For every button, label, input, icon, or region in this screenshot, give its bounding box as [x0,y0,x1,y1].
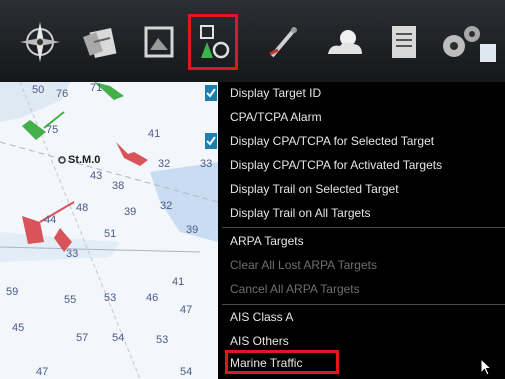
menu-item-ais-class-a[interactable]: AIS Class A [218,306,505,330]
compass-icon [18,20,62,64]
sounding: 59 [6,286,19,298]
sounding: 39 [186,224,199,236]
sounding: 41 [172,276,185,288]
sounding: 46 [146,292,159,304]
weather-icon [322,20,366,64]
toolbar [0,0,505,82]
sounding: 71 [90,82,103,94]
menu-item-arpa-targets[interactable]: ARPA Targets [218,230,505,254]
sounding: 32 [160,200,173,212]
sounding: 33 [200,158,213,170]
target-options-menu: Display Target ID CPA/TCPA Alarm Display… [205,82,505,379]
menu-item-clear-lost-arpa: Clear All Lost ARPA Targets [218,254,505,278]
menu-item-cpa-tcpa-activated[interactable]: Display CPA/TCPA for Activated Targets [218,154,505,178]
chart-layer-icon [136,20,180,64]
route-tools-button[interactable] [76,14,128,70]
sounding: 54 [112,332,125,344]
menu-item-label: AIS Class A [230,310,294,324]
menu-item-cpa-tcpa-alarm[interactable]: CPA/TCPA Alarm [218,106,505,130]
menu-item-label: CPA/TCPA Alarm [230,110,322,124]
marine-traffic-highlight [225,350,339,374]
menu-item-cancel-all-arpa: Cancel All ARPA Targets [218,278,505,302]
menu-separator [222,304,505,305]
sounding: 53 [156,334,169,346]
sounding: 54 [180,366,193,378]
menu-item-label: Display Trail on All Targets [230,206,371,220]
sounding: 50 [32,84,45,96]
sounding: 75 [46,124,59,136]
sounding: 45 [12,322,25,334]
sounding: 47 [180,304,193,316]
compass-tool-button[interactable] [14,14,66,70]
menu-item-label: Display CPA/TCPA for Activated Targets [230,158,443,172]
position-label: St.M.0 [68,154,101,166]
sounding: 47 [36,366,49,378]
sounding: 43 [90,170,103,182]
measure-button[interactable] [258,14,310,70]
sounding: 32 [158,158,171,170]
checkmark-icon [205,133,217,149]
chart-layer-button[interactable] [132,14,184,70]
sounding: 38 [112,180,125,192]
menu-item-label: Display Target ID [230,86,322,100]
menu-item-label: ARPA Targets [230,234,304,248]
app-window: 50 76 71 75 41 St.M.0 43 38 32 33 48 39 … [0,0,505,379]
menu-item-cpa-tcpa-selected[interactable]: Display CPA/TCPA for Selected Target [205,130,505,154]
menu-item-display-target-id[interactable]: Display Target ID [205,82,505,106]
weather-button[interactable] [318,14,370,70]
report-button[interactable] [378,14,430,70]
menu-item-label: Display Trail on Selected Target [230,182,399,196]
nautical-chart[interactable]: 50 76 71 75 41 St.M.0 43 38 32 33 48 39 … [0,82,218,379]
checkmark-icon [205,85,217,101]
report-icon [382,20,426,64]
menu-item-label: Clear All Lost ARPA Targets [230,258,377,272]
sounding: 44 [44,214,57,226]
mouse-cursor-icon [480,357,494,379]
sounding: 33 [66,248,79,260]
target-tracking-icon [191,20,235,64]
menu-item-label: Display CPA/TCPA for Selected Target [230,134,435,148]
sounding: 53 [104,292,117,304]
settings-button[interactable] [440,14,496,70]
sounding: 55 [64,294,77,306]
menu-separator [222,227,505,228]
route-tools-icon [80,20,124,64]
sounding: 48 [76,202,89,214]
sounding: 57 [76,332,89,344]
menu-item-label: Cancel All ARPA Targets [230,282,360,296]
sounding: 76 [56,88,69,100]
menu-item-label: AIS Others [230,334,289,348]
settings-gears-icon [436,20,496,64]
menu-item-trail-selected[interactable]: Display Trail on Selected Target [218,178,505,202]
measure-icon [262,20,306,64]
sounding: 41 [148,128,161,140]
sounding: 51 [104,228,117,240]
menu-item-trail-all[interactable]: Display Trail on All Targets [218,202,505,226]
sounding: 39 [124,206,137,218]
target-tracking-button[interactable] [188,14,238,70]
